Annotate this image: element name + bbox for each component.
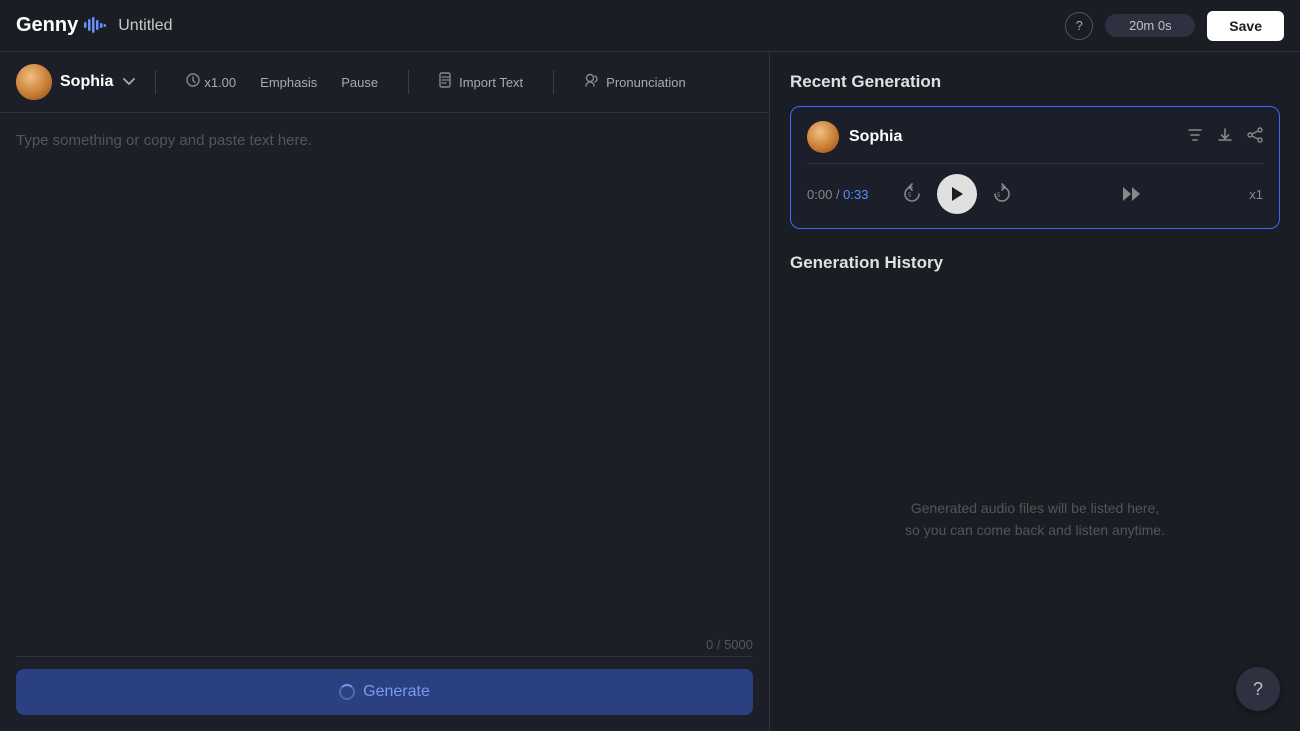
avatar-face <box>16 64 52 100</box>
recent-generation-title: Recent Generation <box>790 72 1280 92</box>
speed-label: x1.00 <box>204 75 236 90</box>
char-count: 0 / 5000 <box>16 629 753 656</box>
time-display: 0:00 / 0:33 <box>807 187 887 202</box>
voice-name: Sophia <box>60 73 113 91</box>
logo: Genny <box>16 14 106 37</box>
forward-button[interactable]: 5 <box>989 181 1015 207</box>
import-text-label: Import Text <box>459 75 523 90</box>
emphasis-button[interactable]: Emphasis <box>250 70 327 95</box>
help-fab-icon: ? <box>1253 679 1263 700</box>
divider-2 <box>408 70 409 94</box>
separator <box>16 656 753 657</box>
history-empty-line2: so you can come back and listen anytime. <box>905 522 1165 538</box>
pronunciation-label: Pronunciation <box>606 75 686 90</box>
time-current: 0:00 <box>807 187 832 202</box>
save-button[interactable]: Save <box>1207 11 1284 41</box>
logo-text: Genny <box>16 14 78 37</box>
avatar <box>16 64 52 100</box>
emphasis-label: Emphasis <box>260 75 317 90</box>
left-panel: Sophia x1.00 <box>0 52 770 731</box>
loading-spinner <box>339 684 355 700</box>
soundwave-icon <box>84 17 106 33</box>
voice-selector[interactable]: Sophia <box>16 64 135 100</box>
history-empty-line1: Generated audio files will be listed her… <box>911 500 1159 516</box>
svg-text:5: 5 <box>997 193 1001 199</box>
player-bar: 0:00 / 0:33 5 <box>807 174 1263 214</box>
project-title: Untitled <box>118 17 172 35</box>
right-panel: Recent Generation Sophia <box>770 52 1300 731</box>
text-format-icon[interactable] <box>1187 127 1203 148</box>
header-help-icon[interactable]: ? <box>1065 12 1093 40</box>
document-icon <box>439 72 453 92</box>
gen-actions <box>1187 127 1263 148</box>
generate-button[interactable]: Generate <box>16 669 753 715</box>
clock-icon <box>186 73 200 91</box>
app-header: Genny Untitled ? 20m 0s Save <box>0 0 1300 52</box>
divider <box>155 70 156 94</box>
gen-card-header: Sophia <box>807 121 1263 153</box>
divider-3 <box>553 70 554 94</box>
time-total: 0:33 <box>843 187 868 202</box>
speed-button[interactable]: x1.00 <box>176 68 246 96</box>
history-empty: Generated audio files will be listed her… <box>790 287 1280 711</box>
playback-speed-label: x1 <box>1249 187 1263 202</box>
text-area-wrap: 0 / 5000 Generate <box>0 113 769 731</box>
text-input[interactable] <box>16 129 753 629</box>
help-fab[interactable]: ? <box>1236 667 1280 711</box>
gen-card-divider <box>807 163 1263 164</box>
download-icon[interactable] <box>1217 127 1233 148</box>
pause-button[interactable]: Pause <box>331 70 388 95</box>
rewind-button[interactable]: 5 <box>899 181 925 207</box>
import-text-button[interactable]: Import Text <box>429 67 533 97</box>
gen-voice-info: Sophia <box>807 121 902 153</box>
pause-label: Pause <box>341 75 378 90</box>
play-button[interactable] <box>937 174 977 214</box>
toolbar-items: x1.00 Emphasis Pause <box>176 68 388 96</box>
voice-bar: Sophia x1.00 <box>0 52 769 113</box>
recent-generation-card: Sophia <box>790 106 1280 229</box>
question-mark-icon: ? <box>1076 18 1083 33</box>
fast-forward-button[interactable] <box>1120 184 1144 204</box>
gen-voice-name: Sophia <box>849 128 902 146</box>
history-empty-text: Generated audio files will be listed her… <box>905 497 1165 542</box>
generate-label: Generate <box>363 683 430 701</box>
header-center: ? 20m 0s Save <box>1065 11 1284 41</box>
time-badge: 20m 0s <box>1105 14 1195 37</box>
share-icon[interactable] <box>1247 127 1263 148</box>
pronunciation-icon <box>584 73 600 91</box>
gen-avatar <box>807 121 839 153</box>
main-layout: Sophia x1.00 <box>0 52 1300 731</box>
generation-history-title: Generation History <box>790 253 1280 273</box>
chevron-down-icon <box>123 75 135 89</box>
pronunciation-button[interactable]: Pronunciation <box>574 68 696 96</box>
svg-text:5: 5 <box>908 193 912 199</box>
header-left: Genny Untitled <box>16 14 173 37</box>
